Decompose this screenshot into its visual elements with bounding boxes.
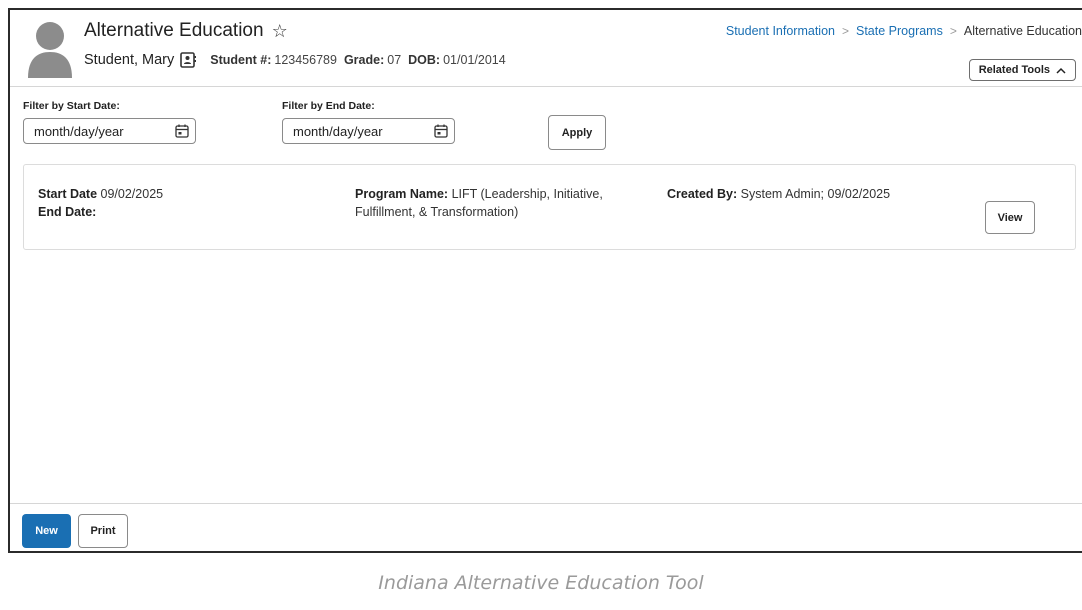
breadcrumb-separator: > [841,24,849,38]
app-frame: Alternative Education ☆ Student, Mary St… [8,8,1082,553]
contact-card-icon[interactable] [180,52,197,68]
calendar-icon[interactable] [434,124,448,138]
start-date-input[interactable]: month/day/year [23,118,196,144]
view-button[interactable]: View [985,201,1035,234]
related-tools-label: Related Tools [978,64,1050,76]
program-name-label: Program Name: [355,187,449,201]
grade-value: 07 [387,53,402,67]
star-icon[interactable]: ☆ [272,22,288,40]
apply-button[interactable]: Apply [548,115,606,150]
end-date-placeholder: month/day/year [293,123,383,139]
grade-label: Grade: [343,53,385,67]
end-date-input[interactable]: month/day/year [282,118,455,144]
created-by-label: Created By: [667,187,738,201]
page-header: Alternative Education ☆ Student, Mary St… [10,10,1082,87]
end-date-filter-label: Filter by End Date: [282,100,375,112]
chevron-up-icon [1056,67,1066,74]
new-button[interactable]: New [22,514,71,548]
start-date-field: Start Date 09/02/2025 [38,185,163,203]
dob-label: DOB: [408,53,441,67]
breadcrumb: Student Information > State Programs > A… [726,24,1082,38]
start-date-filter-label: Filter by Start Date: [23,100,120,112]
created-by-field: Created By: System Admin; 09/02/2025 [667,185,890,203]
start-date-label: Start Date [38,187,98,201]
action-bar: New Print [10,503,1082,551]
avatar-icon [28,22,72,78]
student-name: Student, Mary [84,52,175,68]
start-date-placeholder: month/day/year [34,123,124,139]
page-title-text: Alternative Education [84,20,264,41]
page-title: Alternative Education ☆ [84,20,288,42]
breadcrumb-current: Alternative Education [963,24,1082,38]
start-date-value: 09/02/2025 [100,187,164,201]
student-number: 123456789 [274,53,337,67]
breadcrumb-state-programs[interactable]: State Programs [856,24,943,38]
program-record-card: Start Date 09/02/2025 End Date: Program … [23,164,1076,250]
program-name-line1: LIFT (Leadership, Initiative, [451,187,603,201]
created-by-value: System Admin; 09/02/2025 [740,187,891,201]
end-date-field: End Date: [38,203,96,221]
student-number-label: Student #: [210,53,272,67]
student-summary: Student, Mary Student #: 123456789 Grade… [84,52,513,68]
end-date-label: End Date: [38,205,97,219]
breadcrumb-separator: > [949,24,957,38]
print-button[interactable]: Print [78,514,128,548]
dob-value: 01/01/2014 [443,53,506,67]
program-name-line2: Fulfillment, & Transformation) [355,205,519,219]
program-name-field: Program Name: LIFT (Leadership, Initiati… [355,185,603,221]
figure-caption: Indiana Alternative Education Tool [378,572,704,594]
related-tools-button[interactable]: Related Tools [968,59,1076,81]
breadcrumb-student-information[interactable]: Student Information [726,24,835,38]
calendar-icon[interactable] [175,124,189,138]
